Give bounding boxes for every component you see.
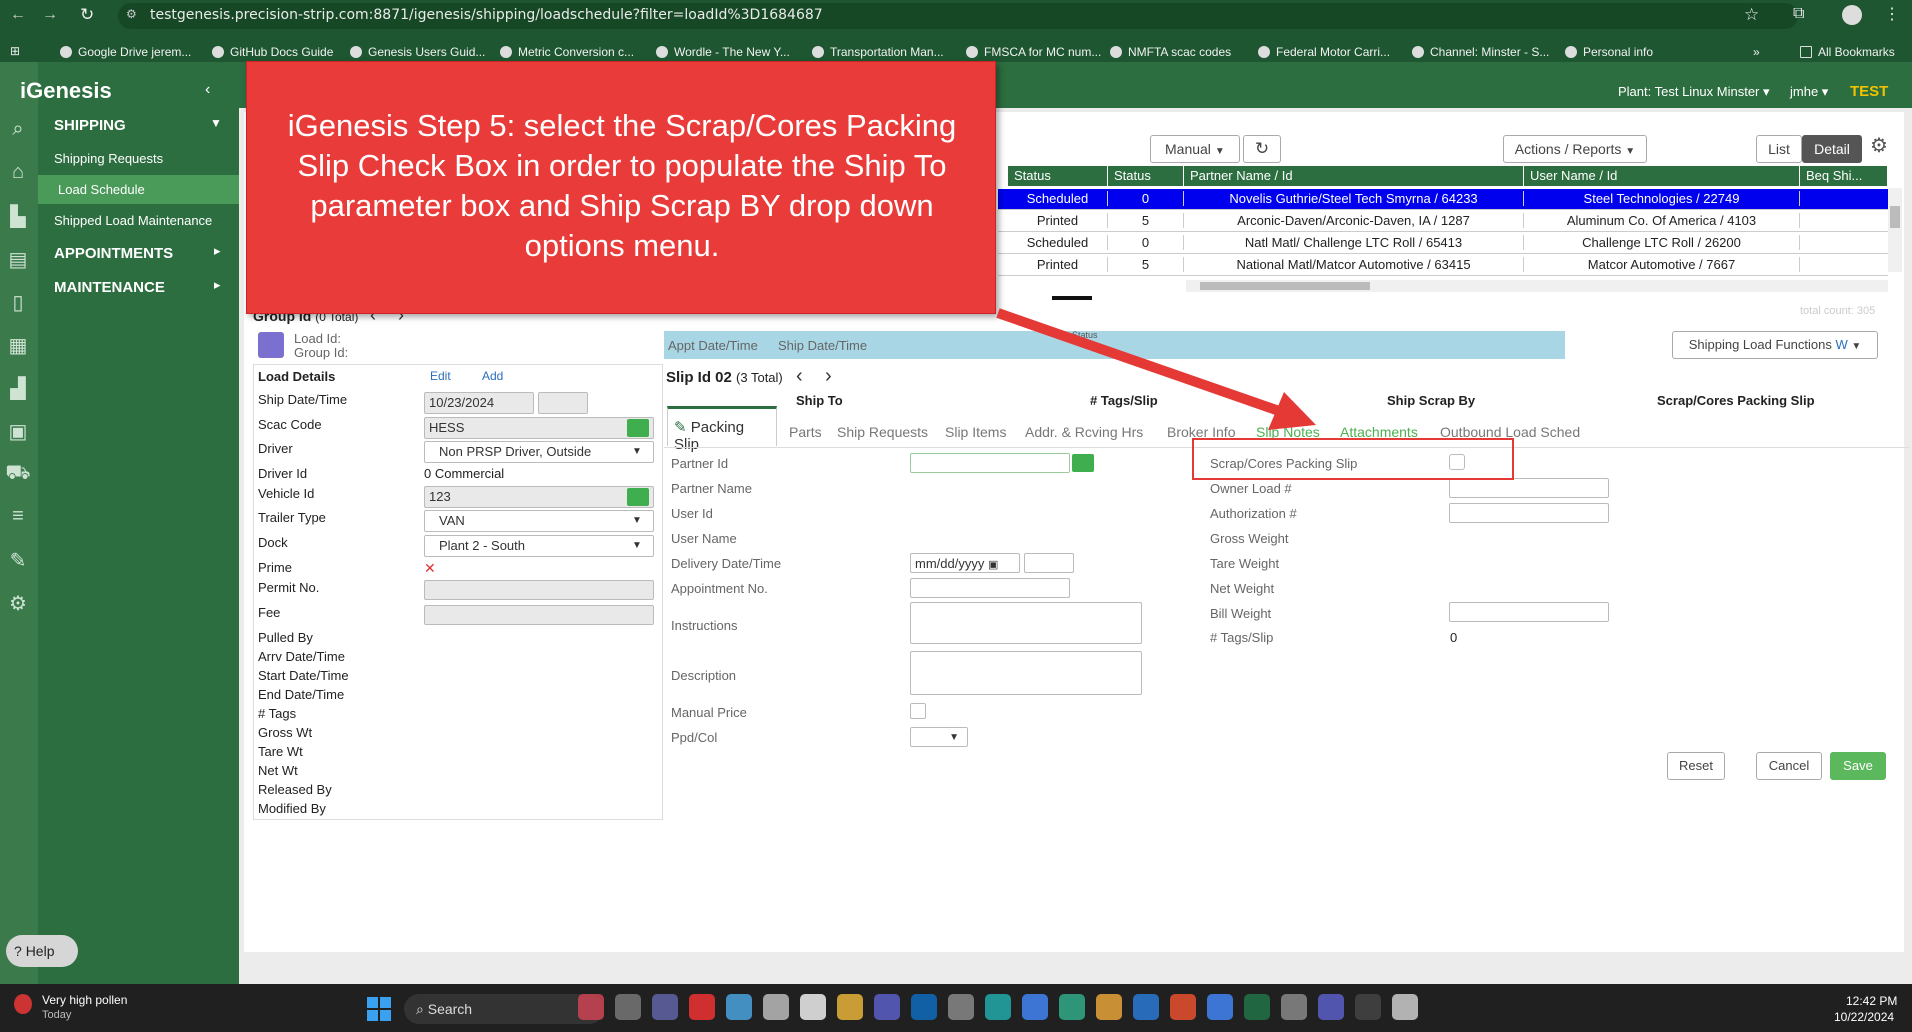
callout-arrow (996, 308, 1316, 430)
taskbar-app-icon[interactable] (1096, 994, 1122, 1020)
search-icon: ⌕ (416, 1001, 424, 1017)
taskbar-app-icon[interactable] (985, 994, 1011, 1020)
taskbar-app-icon[interactable] (911, 994, 937, 1020)
taskbar-search[interactable]: ⌕ Search (404, 994, 604, 1024)
taskbar-app-icon[interactable] (1170, 994, 1196, 1020)
taskbar-app-icon[interactable] (578, 994, 604, 1020)
weather-text[interactable]: Very high pollen (42, 993, 127, 1007)
weather-today: Today (42, 1009, 72, 1021)
taskbar-app-icon[interactable] (800, 994, 826, 1020)
taskbar-app-icon[interactable] (763, 994, 789, 1020)
taskbar-app-icon[interactable] (1392, 994, 1418, 1020)
taskbar-app-icon[interactable] (837, 994, 863, 1020)
start-icon[interactable] (366, 996, 392, 1022)
taskbar-app-icon[interactable] (726, 994, 752, 1020)
taskbar-app-icon[interactable] (652, 994, 678, 1020)
taskbar-app-icon[interactable] (689, 994, 715, 1020)
taskbar-app-icon[interactable] (1133, 994, 1159, 1020)
weather-icon[interactable] (14, 994, 32, 1014)
search-label: Search (427, 1001, 473, 1017)
taskbar-app-icon[interactable] (874, 994, 900, 1020)
taskbar-app-icon[interactable] (948, 994, 974, 1020)
taskbar-app-icon[interactable] (1355, 994, 1381, 1020)
taskbar-app-icon[interactable] (1244, 994, 1270, 1020)
taskbar-app-icon[interactable] (1059, 994, 1085, 1020)
clock-time: 12:42 PM (1846, 994, 1898, 1008)
taskbar-app-icon[interactable] (1022, 994, 1048, 1020)
clock-date: 10/22/2024 (1834, 1010, 1895, 1024)
taskbar-app-icon[interactable] (615, 994, 641, 1020)
taskbar-app-icon[interactable] (1207, 994, 1233, 1020)
taskbar-app-icon[interactable] (1281, 994, 1307, 1020)
taskbar-app-icon[interactable] (1318, 994, 1344, 1020)
